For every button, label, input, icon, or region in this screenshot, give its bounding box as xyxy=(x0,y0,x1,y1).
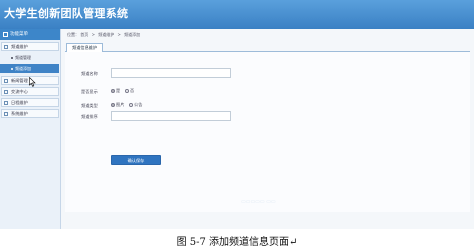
tab-bar: 频道信息维护 xyxy=(65,42,470,52)
figure-caption: 图 5-7 添加频道信息页面↵ xyxy=(176,237,298,248)
sidebar-group-label: 日程维护 xyxy=(11,100,28,105)
show-no-text: 否 xyxy=(130,88,135,93)
sidebar-group-system[interactable]: 系统维护 xyxy=(1,109,59,118)
channel-type-label: 频道类型 xyxy=(81,103,98,108)
folder-icon xyxy=(4,112,8,116)
app-header: 大学生创新团队管理系统 xyxy=(0,0,474,29)
folder-icon xyxy=(4,90,8,94)
show-yes-text: 是 xyxy=(116,88,121,93)
sidebar-group-exchange[interactable]: 交流中心 xyxy=(1,87,59,96)
breadcrumb-separator: > xyxy=(117,32,121,37)
radio-unchecked-icon xyxy=(129,103,133,107)
radio-checked-icon xyxy=(111,103,115,107)
form-panel: 频道名称 是否显示 是 否 频道类型 图片 公告 频道排序 确认保存 ▭▭▭▭▭… xyxy=(65,52,470,212)
sidebar-header-label: 功能菜单 xyxy=(10,32,28,37)
main-content: 位置： 首页 > 频道维护 > 频道添加 频道信息维护 频道名称 是否显示 是 … xyxy=(61,29,474,229)
confirm-save-button[interactable]: 确认保存 xyxy=(111,155,161,165)
sidebar-group-label: 频道维护 xyxy=(11,44,28,49)
channel-name-label: 频道名称 xyxy=(81,71,98,76)
app-title: 大学生创新团队管理系统 xyxy=(4,7,129,20)
show-no-radio[interactable]: 否 xyxy=(125,88,134,94)
channel-order-label: 频道排序 xyxy=(81,114,98,119)
breadcrumb-prefix: 位置： xyxy=(67,32,79,37)
folder-icon xyxy=(4,79,8,83)
channel-name-input[interactable] xyxy=(111,68,231,78)
sidebar-item-channel-add[interactable]: 频道添加 xyxy=(0,64,59,73)
breadcrumb-channel[interactable]: 频道维护 xyxy=(98,32,114,37)
type-notice-text: 公告 xyxy=(134,102,143,107)
radio-unchecked-icon xyxy=(125,89,129,93)
sidebar-group-label: 交流中心 xyxy=(11,89,28,94)
folder-icon xyxy=(4,101,8,105)
screenshot-frame: 大学生创新团队管理系统 功能菜单 频道维护 频道管理 频道添加 新闻管理 交流中… xyxy=(0,0,474,229)
mouse-cursor-icon xyxy=(29,77,36,87)
breadcrumb-separator: > xyxy=(91,32,95,37)
menu-grid-icon xyxy=(3,32,8,37)
bullet-icon xyxy=(11,68,13,70)
sidebar-header: 功能菜单 xyxy=(0,29,60,40)
type-image-radio[interactable]: 图片 xyxy=(111,102,124,108)
radio-checked-icon xyxy=(111,89,115,93)
sidebar-group-channel[interactable]: 频道维护 xyxy=(1,42,59,51)
channel-order-input[interactable] xyxy=(111,111,231,121)
type-image-text: 图片 xyxy=(116,102,125,107)
bullet-icon xyxy=(11,57,13,59)
sidebar-item-label: 频道添加 xyxy=(15,66,31,71)
faint-watermark: ▭▭▭▭▭ ▭▭ xyxy=(241,199,276,205)
show-yes-radio[interactable]: 是 xyxy=(111,88,120,94)
show-label: 是否显示 xyxy=(81,89,98,94)
breadcrumb: 位置： 首页 > 频道维护 > 频道添加 xyxy=(67,32,140,38)
sidebar-item-label: 频道管理 xyxy=(15,55,31,60)
sidebar-item-channel-manage[interactable]: 频道管理 xyxy=(0,53,59,62)
sidebar-group-label: 系统维护 xyxy=(11,111,28,116)
sidebar: 功能菜单 频道维护 频道管理 频道添加 新闻管理 交流中心 日程维护 系统维护 xyxy=(0,29,61,229)
sidebar-group-label: 新闻管理 xyxy=(11,78,28,83)
breadcrumb-current: 频道添加 xyxy=(124,32,141,37)
sidebar-group-schedule[interactable]: 日程维护 xyxy=(1,98,59,107)
type-notice-radio[interactable]: 公告 xyxy=(129,102,142,108)
breadcrumb-home[interactable]: 首页 xyxy=(80,32,88,37)
folder-icon xyxy=(4,45,8,49)
tab-channel-info[interactable]: 频道信息维护 xyxy=(66,43,104,52)
